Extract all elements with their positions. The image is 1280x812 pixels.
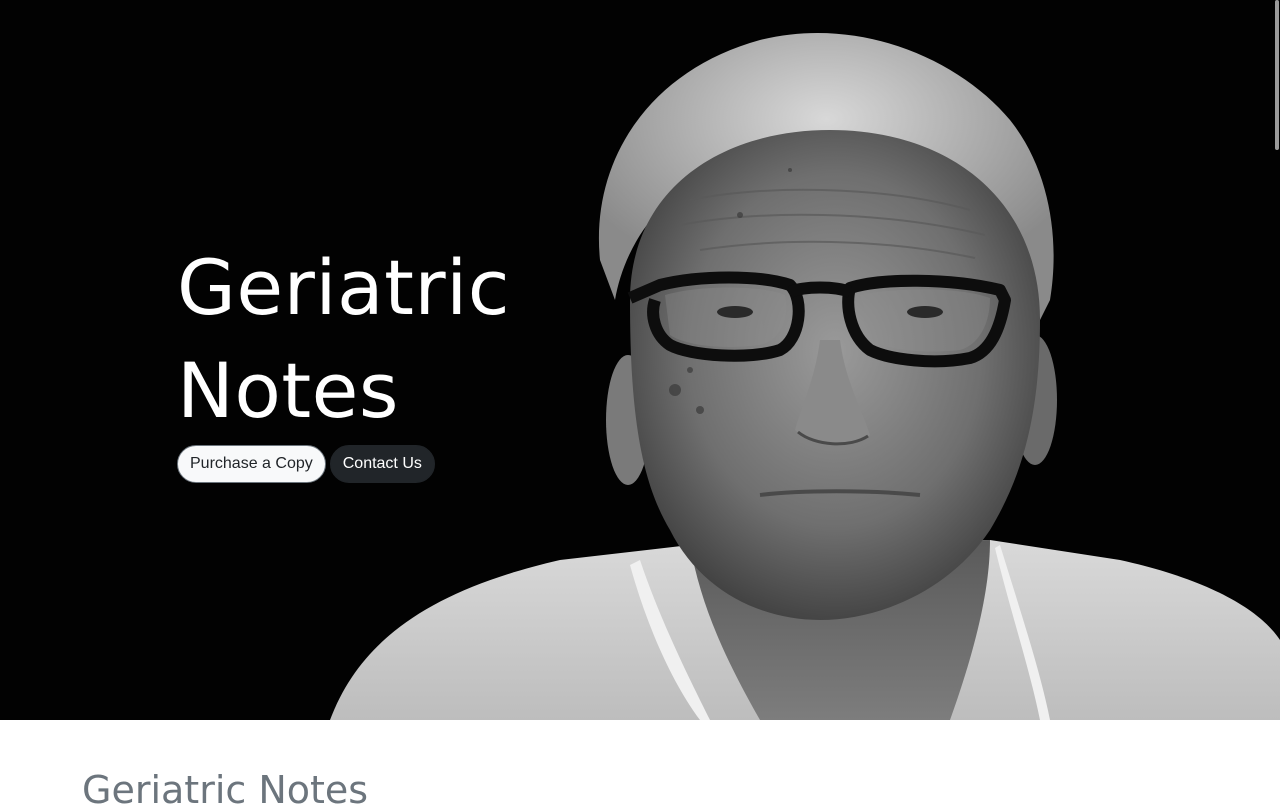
hero-title: Geriatric Notes (177, 236, 597, 442)
section-title: Geriatric Notes (82, 768, 369, 812)
hero-title-line1: Geriatric (177, 243, 511, 332)
hero-title-line2: Notes (177, 346, 400, 435)
page-scrollbar[interactable] (1275, 0, 1279, 150)
purchase-copy-button[interactable]: Purchase a Copy (177, 445, 326, 483)
hero-section: Geriatric Notes Purchase a Copy Contact … (0, 0, 1280, 720)
hero-content: Geriatric Notes Purchase a Copy Contact … (177, 236, 597, 483)
contact-us-button[interactable]: Contact Us (329, 445, 435, 483)
hero-actions: Purchase a Copy Contact Us (177, 445, 435, 483)
